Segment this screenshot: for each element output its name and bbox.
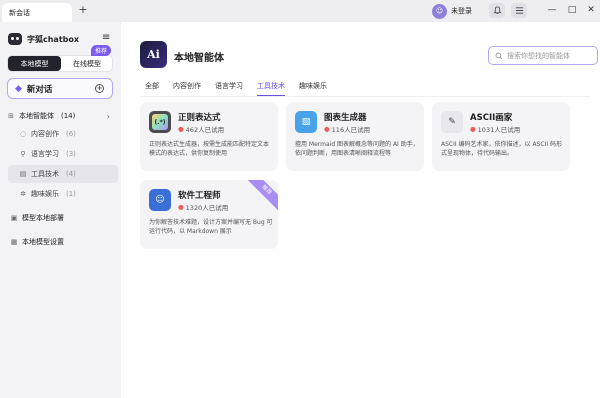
ascii-art-icon: ✎ [441, 111, 463, 133]
engineer-avatar-icon: ☺ [149, 189, 171, 211]
model-deploy-label: 模型本地部署 [22, 214, 64, 222]
regex-icon-glyph: (.*) [152, 114, 168, 130]
tabs-divider [140, 96, 590, 97]
search-placeholder: 搜索你想找的智能体 [507, 51, 570, 60]
tab-tools-tech[interactable]: 工具技术 [257, 81, 285, 96]
chart-icon: ▧ [295, 111, 317, 133]
add-tab-icon[interactable]: + [77, 4, 89, 16]
agent-card-desc: 正则表达式生成器，按需生成能匹配特定文本模式的表达式，供你复制使用 [149, 141, 270, 157]
model-settings-label: 本地模型设置 [22, 238, 64, 246]
tab-content-creation[interactable]: 内容创作 [173, 81, 201, 96]
settings-icon: ✲ [20, 190, 26, 198]
local-model-tab[interactable]: 本地模型 [8, 56, 61, 71]
agent-card-uses: ● 116人已试用 [324, 124, 370, 134]
online-model-tab[interactable]: 在线模型 [61, 56, 113, 71]
sidebar-item-fun-entertainment[interactable]: ✲ 趣味娱乐 (1) [8, 185, 118, 203]
server-icon: ▣ [10, 214, 18, 222]
agent-card-title: 正则表达式 [178, 113, 221, 123]
agents-logo-text: Ai [147, 48, 160, 61]
agent-card-desc: 擅用 Mermaid 图表解概念等问题的 AI 助手，依问题判断，用图表清晰阐释… [295, 141, 419, 157]
list-menu-icon[interactable] [511, 3, 527, 18]
login-button[interactable]: ☺ 未登录 [432, 3, 472, 19]
agent-card-uses-label: 116人已试用 [331, 126, 371, 134]
search-input[interactable]: 搜索你想找的智能体 [488, 46, 598, 65]
sidebar-item-count: (4) [66, 170, 76, 178]
sidebar-item-label: 语言学习 [31, 150, 59, 158]
brand: 字狐chatbox [8, 33, 79, 45]
agent-card-uses: ● 462人已试用 [178, 124, 224, 134]
new-chat-label: 新对话 [26, 84, 53, 95]
hamburger-menu-icon[interactable]: ≡ [102, 32, 110, 43]
tab-language-learning[interactable]: 语言学习 [215, 81, 243, 96]
minimize-icon[interactable]: — [546, 4, 558, 16]
agent-card-title: ASCII画家 [470, 113, 513, 123]
regex-icon: (.*) [149, 111, 171, 133]
category-tabs: 全部 内容创作 语言学习 工具技术 趣味娱乐 [145, 81, 327, 96]
notification-bell-icon[interactable] [489, 3, 505, 18]
agent-card-title: 图表生成器 [324, 113, 367, 123]
agent-card-desc: 为你解答技术难题，设计方案并编写无 Bug 可运行代码，以 Markdown 展… [149, 219, 273, 235]
brand-logo-icon [8, 33, 22, 45]
sidebar-item-count: (1) [66, 190, 76, 198]
sidebar-item-model-settings[interactable]: ▦ 本地模型设置 [10, 235, 64, 249]
chevron-right-icon: › [106, 111, 110, 121]
session-tab-label: 新会话 [9, 8, 30, 17]
page-title: 本地智能体 [174, 53, 224, 64]
maximize-icon[interactable]: □ [566, 4, 578, 16]
flame-icon: ● [324, 125, 330, 133]
sidebar-item-label: 内容创作 [31, 130, 59, 138]
agent-card-uses: ● 1320人已试用 [178, 202, 228, 212]
sidebar-item-count: (6) [66, 130, 76, 138]
sidebar-item-language-learning[interactable]: ⚲ 语言学习 (3) [8, 145, 118, 163]
agent-card-software-engineer[interactable]: ☺ 软件工程师 ● 1320人已试用 为你解答技术难题，设计方案并编写无 Bug … [140, 180, 278, 249]
agents-icon: ⊞ [8, 112, 14, 120]
agent-card-regex[interactable]: (.*) 正则表达式 ● 462人已试用 正则表达式生成器，按需生成能匹配特定文本… [140, 102, 278, 171]
recommend-badge: 推荐 [91, 45, 112, 56]
new-chat-button[interactable]: ◆ 新对话 + [7, 78, 113, 99]
add-icon: + [95, 84, 104, 93]
sliders-icon: ▦ [10, 238, 18, 246]
title-bar: 新会话 + ☺ 未登录 — □ ✕ [0, 0, 600, 22]
close-icon[interactable]: ✕ [585, 4, 597, 16]
login-label: 未登录 [451, 7, 472, 15]
sidebar-item-model-deploy[interactable]: ▣ 模型本地部署 [10, 211, 64, 225]
agents-logo: Ai [140, 41, 167, 68]
tab-fun-entertainment[interactable]: 趣味娱乐 [299, 81, 327, 96]
agent-card-desc: ASCII 编码艺术家，依你描述，以 ASCII 码形式呈现物体，待代码输出。 [441, 141, 563, 157]
agent-card-title: 软件工程师 [178, 191, 221, 201]
local-agents-label: 本地智能体 [19, 112, 54, 120]
brand-name: 字狐chatbox [27, 34, 80, 44]
recommend-ribbon: 推荐 [243, 180, 278, 213]
tab-all[interactable]: 全部 [145, 81, 159, 96]
agent-card-uses-label: 462人已试用 [185, 126, 225, 134]
sidebar-item-count: (3) [66, 150, 76, 158]
agent-card-uses: ● 1031人已试用 [470, 124, 520, 134]
search-icon [495, 52, 503, 59]
agent-card-uses-label: 1031人已试用 [477, 126, 521, 134]
chat-icon: ◌ [19, 130, 27, 138]
sidebar-item-label: 趣味娱乐 [31, 190, 59, 198]
session-tab[interactable]: 新会话 [2, 3, 72, 22]
chat-bubble-icon: ◆ [15, 83, 22, 94]
main-panel: Ai 本地智能体 搜索你想找的智能体 全部 内容创作 语言学习 工具技术 趣味娱… [121, 22, 600, 398]
flame-icon: ● [470, 125, 476, 133]
flame-icon: ● [178, 203, 184, 211]
agent-card-ascii-painter[interactable]: ✎ ASCII画家 ● 1031人已试用 ASCII 编码艺术家，依你描述，以 A… [432, 102, 570, 171]
agent-card-uses-label: 1320人已试用 [185, 204, 229, 212]
model-mode-switch: 本地模型 在线模型 [7, 55, 113, 72]
avatar-icon: ☺ [432, 3, 447, 19]
agent-card-chart-generator[interactable]: ▧ 图表生成器 ● 116人已试用 擅用 Mermaid 图表解概念等问题的 AI… [286, 102, 424, 171]
flame-icon: ● [178, 125, 184, 133]
sidebar-item-content-creation[interactable]: ◌ 内容创作 (6) [8, 125, 118, 143]
local-agents-count: (14) [61, 112, 76, 120]
sidebar: 字狐chatbox ≡ 本地模型 在线模型 推荐 ◆ 新对话 + ⊞ 本地智能体… [0, 22, 121, 398]
document-icon: ▤ [19, 170, 27, 178]
pin-icon: ⚲ [20, 150, 26, 158]
sidebar-item-tools-tech[interactable]: ▤ 工具技术 (4) [8, 165, 118, 183]
local-agents-header[interactable]: ⊞ 本地智能体 (14) › [7, 109, 113, 123]
sidebar-item-label: 工具技术 [31, 170, 59, 178]
